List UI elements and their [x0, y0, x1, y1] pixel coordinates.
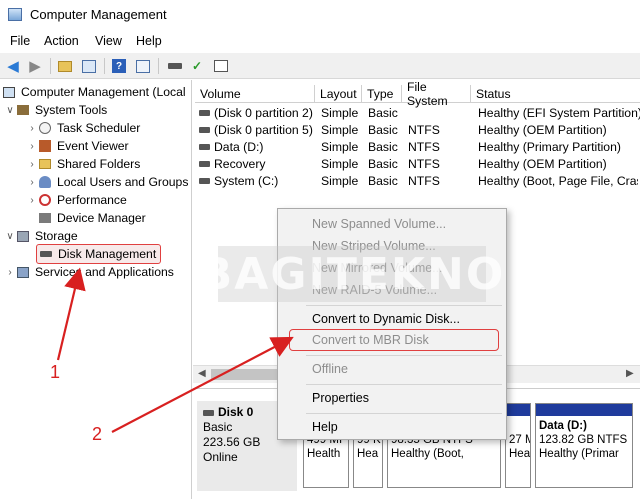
step-1-label: 1: [50, 362, 61, 382]
arrow-step-1: [56, 267, 86, 361]
step-2-label: 2: [92, 424, 103, 444]
arrow-step-2: [111, 336, 294, 433]
